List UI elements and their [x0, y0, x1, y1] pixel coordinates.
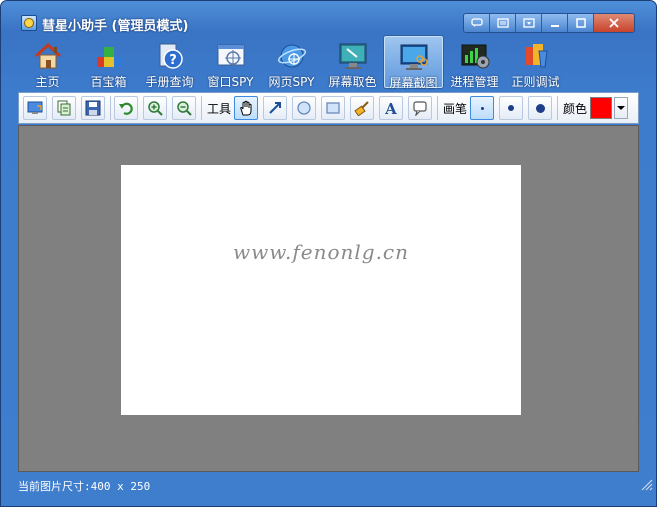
pen-size-medium-button[interactable]: [499, 96, 524, 120]
menu-button[interactable]: [516, 14, 542, 32]
nav-label: 手册查询: [145, 75, 194, 89]
nav-item-manual[interactable]: ? 手册查询: [139, 35, 200, 89]
zoom-in-icon: [148, 101, 163, 116]
zoom-out-button[interactable]: [172, 96, 196, 120]
chevron-down-icon: [617, 106, 626, 110]
status-bar: 当前图片尺寸:400 x 250: [18, 473, 653, 495]
nav-label: 屏幕截图: [389, 76, 438, 90]
chat-icon: [470, 18, 483, 27]
toolbar-separator: [110, 96, 111, 120]
nav-label: 屏幕取色: [328, 75, 377, 89]
maximize-icon: [575, 18, 586, 28]
copy-button[interactable]: [52, 96, 76, 120]
color-swatch[interactable]: [590, 97, 613, 119]
skin-button[interactable]: [490, 14, 516, 32]
main-nav: 主页 百宝箱 ? 手册查询 窗口SPY 网页SPY 屏幕取色 屏幕截图 进程管理: [17, 35, 642, 91]
capture-icon: [27, 101, 43, 114]
ellipse-tool-button[interactable]: [292, 96, 317, 120]
pen-size-large-icon: [535, 103, 545, 113]
zoom-in-button[interactable]: [143, 96, 167, 120]
resize-grip-icon[interactable]: [641, 479, 653, 491]
nav-label: 窗口SPY: [207, 75, 254, 89]
image-size-status: 当前图片尺寸:400 x 250: [18, 480, 151, 493]
rectangle-tool-button[interactable]: [321, 96, 346, 120]
svg-text:?: ?: [169, 53, 177, 68]
text-icon: A: [384, 100, 397, 116]
watermark-text: www.fenonlg.cn: [232, 240, 410, 264]
app-window: 彗星小助手 (管理员模式) 主页 百宝箱 ? 手册查询 窗口SPY 网页SPY …: [0, 0, 657, 507]
process-icon: [461, 44, 489, 69]
nav-item-toolbox[interactable]: 百宝箱: [78, 35, 139, 89]
undo-button[interactable]: [114, 96, 138, 120]
save-icon: [85, 100, 101, 116]
minimize-icon: [550, 25, 559, 27]
undo-icon: [119, 102, 133, 115]
window-spy-icon: [217, 44, 244, 66]
rectangle-icon: [326, 102, 340, 114]
text-tool-button[interactable]: A: [379, 96, 404, 120]
regex-icon: [525, 44, 548, 68]
color-label: 颜色: [563, 101, 588, 116]
minimize-button[interactable]: [542, 14, 568, 32]
nav-label: 主页: [35, 75, 60, 89]
nav-item-process[interactable]: 进程管理: [444, 35, 505, 89]
speech-bubble-icon: [413, 101, 427, 116]
pen-size-large-button[interactable]: [528, 96, 553, 120]
nav-item-regex[interactable]: 正则调试: [505, 35, 566, 89]
nav-item-screenshot[interactable]: 屏幕截图: [383, 35, 444, 90]
title-controls: [463, 13, 635, 33]
menu-icon: [522, 18, 535, 28]
help-book-icon: ?: [159, 43, 183, 69]
title-bar[interactable]: 彗星小助手 (管理员模式): [1, 1, 656, 34]
hand-icon: [240, 100, 252, 116]
pen-label: 画笔: [443, 101, 468, 116]
nav-label: 正则调试: [511, 75, 560, 89]
copy-icon: [57, 100, 71, 116]
arrow-tool-button[interactable]: [263, 96, 288, 120]
app-logo-icon: [21, 15, 37, 31]
nav-item-web-spy[interactable]: 网页SPY: [261, 35, 322, 89]
close-icon: [609, 18, 619, 28]
color-dropdown-button[interactable]: [614, 97, 629, 119]
arrow-icon: [269, 102, 282, 114]
pen-size-medium-icon: [508, 105, 515, 111]
chat-button[interactable]: [464, 14, 490, 32]
tools-label: 工具: [207, 101, 232, 116]
maximize-button[interactable]: [568, 14, 594, 32]
toolbar-separator: [557, 96, 559, 120]
window-title: 彗星小助手 (管理员模式): [42, 19, 189, 34]
toolbar-separator: [437, 96, 439, 120]
web-spy-icon: [277, 44, 306, 68]
fill-tool-button[interactable]: [350, 96, 375, 120]
zoom-out-icon: [177, 101, 192, 116]
screenshot-toolbar: 工具 A 画笔 颜色: [18, 92, 639, 124]
nav-label: 进程管理: [450, 75, 499, 89]
pen-size-small-button[interactable]: [470, 96, 495, 120]
canvas-area[interactable]: www.fenonlg.cn: [18, 125, 639, 472]
hand-tool-button[interactable]: [234, 96, 259, 120]
toolbox-icon: [96, 47, 121, 67]
svg-text:A: A: [384, 100, 397, 116]
nav-item-window-spy[interactable]: 窗口SPY: [200, 35, 261, 89]
toolbar-separator: [201, 96, 202, 120]
screenshot-image[interactable]: www.fenonlg.cn: [121, 165, 521, 415]
screenshot-icon: [400, 44, 428, 70]
nav-item-color-picker[interactable]: 屏幕取色: [322, 35, 383, 89]
skin-icon: [496, 18, 509, 28]
brush-icon: [354, 101, 369, 116]
color-picker-icon: [339, 43, 366, 69]
pen-size-small-icon: [480, 106, 484, 110]
ellipse-icon: [297, 101, 311, 115]
callout-tool-button[interactable]: [408, 96, 433, 120]
nav-label: 网页SPY: [268, 75, 315, 89]
new-capture-button[interactable]: [23, 96, 47, 120]
nav-item-home[interactable]: 主页: [17, 35, 78, 89]
nav-label: 百宝箱: [90, 75, 127, 89]
save-button[interactable]: [81, 96, 105, 120]
close-button[interactable]: [594, 14, 634, 32]
home-icon: [34, 42, 61, 69]
